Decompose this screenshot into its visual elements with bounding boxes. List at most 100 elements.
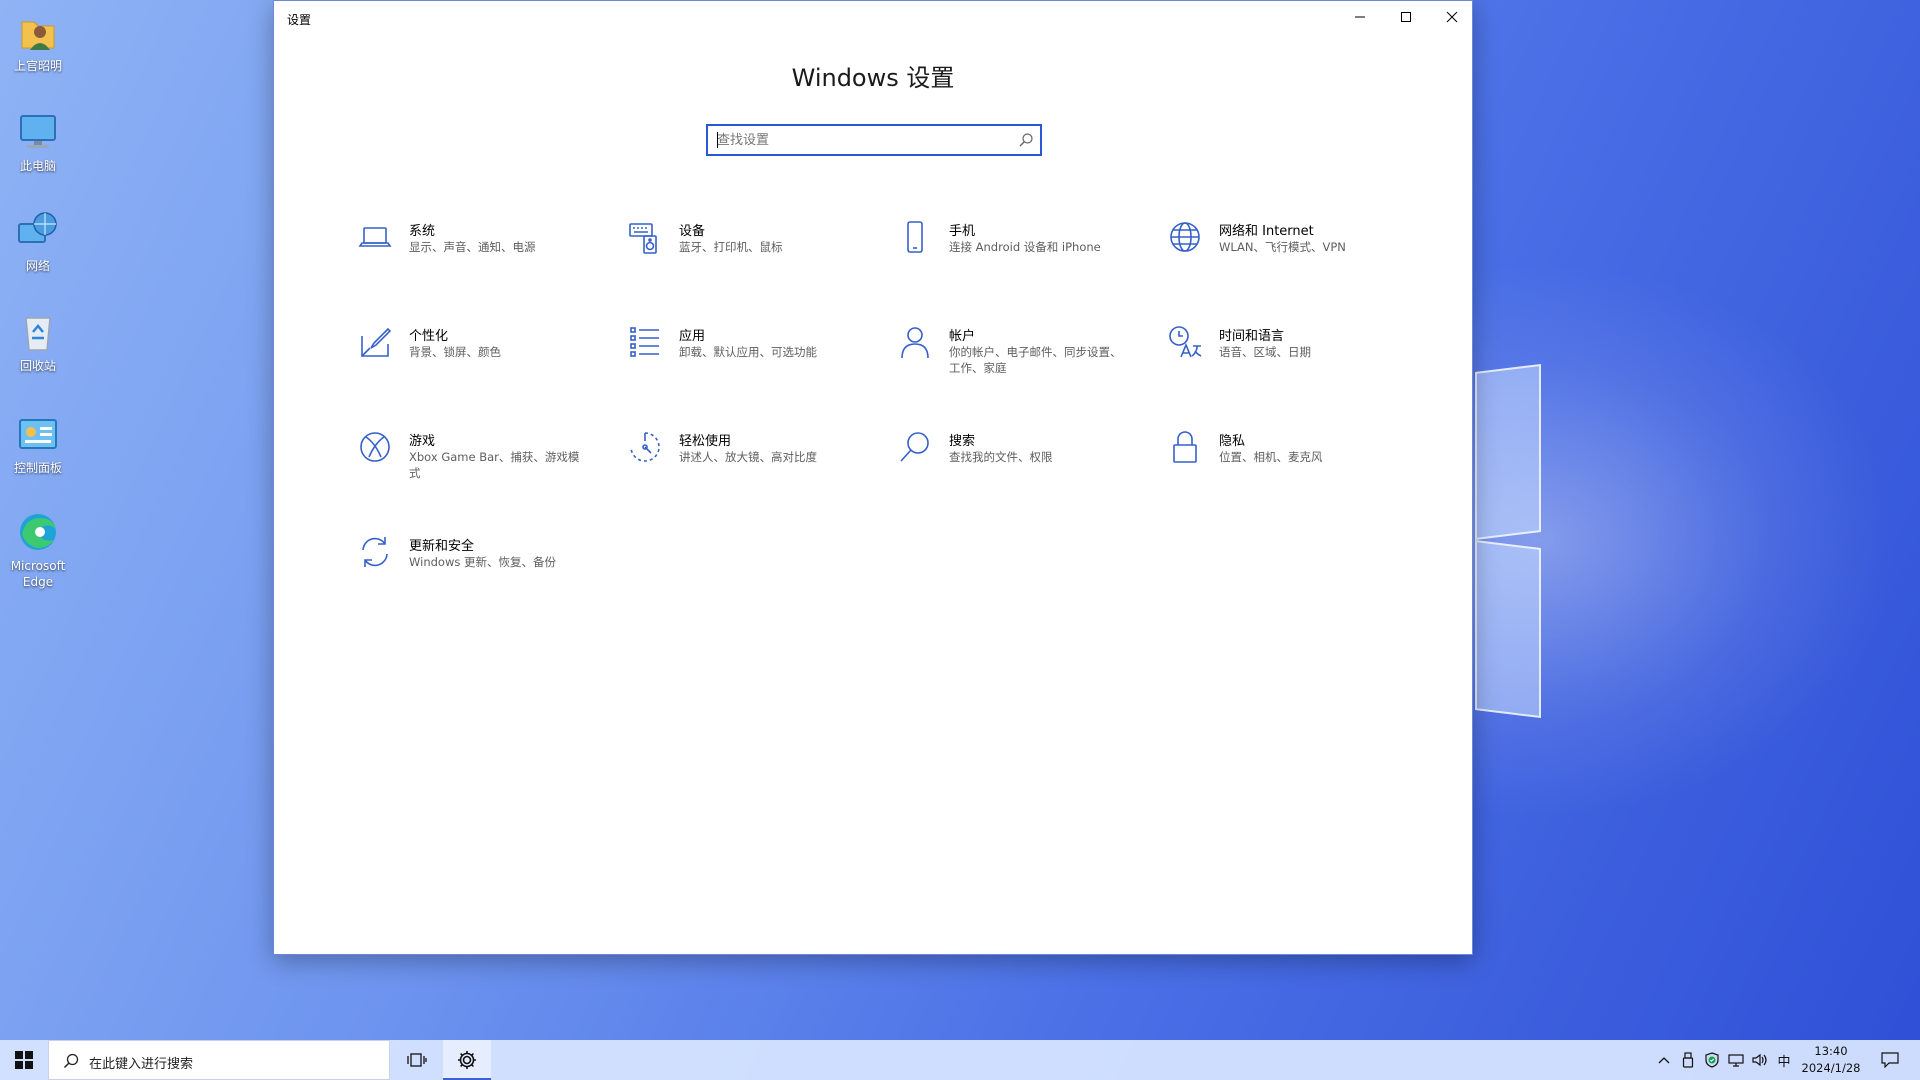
tray-defender-button[interactable] — [1700, 1040, 1724, 1080]
control-panel-icon — [19, 419, 57, 449]
user-folder-icon — [21, 21, 55, 50]
tile-personalization[interactable]: 个性化 背景、锁屏、颜色 — [357, 324, 597, 390]
xbox-icon — [360, 432, 390, 462]
tile-description: 显示、声音、通知、电源 — [409, 240, 536, 254]
title-bar[interactable]: 设置 — [274, 1, 1472, 35]
minimize-button[interactable] — [1337, 1, 1383, 33]
tile-name: 个性化 — [409, 329, 449, 344]
task-view-icon — [407, 1053, 427, 1067]
person-icon — [901, 327, 929, 359]
globe-icon — [1170, 222, 1200, 252]
laptop-icon — [358, 227, 392, 247]
search-icon[interactable] — [1018, 132, 1034, 148]
tile-description: Xbox Game Bar、捕获、游戏模式 — [409, 450, 580, 480]
desktop-icon-control-panel[interactable]: 控制面板 — [4, 412, 72, 476]
taskbar: 在此键入进行搜索 中 13:40 2024/1/28 — [0, 1040, 1920, 1080]
tile-description: 讲述人、放大镜、高对比度 — [679, 450, 817, 464]
close-button[interactable] — [1429, 1, 1475, 33]
tile-description: 蓝牙、打印机、鼠标 — [679, 240, 783, 254]
wallpaper-logo-pane — [1475, 363, 1541, 541]
tray-usb-button[interactable] — [1676, 1040, 1700, 1080]
edge-icon — [20, 514, 56, 550]
tile-description: 语音、区域、日期 — [1219, 345, 1311, 359]
tile-name: 时间和语言 — [1219, 329, 1285, 344]
defender-shield-icon — [1705, 1052, 1719, 1068]
desktop-icon-label: 此电脑 — [19, 159, 56, 173]
tile-update-security[interactable]: 更新和安全 Windows 更新、恢复、备份 — [357, 534, 597, 600]
phone-icon — [907, 221, 923, 253]
taskbar-search-box[interactable]: 在此键入进行搜索 — [48, 1040, 390, 1080]
tile-name: 设备 — [679, 224, 706, 239]
tray-network-button[interactable] — [1724, 1040, 1748, 1080]
start-button[interactable] — [0, 1040, 48, 1080]
action-center-button[interactable] — [1870, 1040, 1910, 1080]
tile-name: 更新和安全 — [409, 539, 475, 554]
desktop-icon-label: 上官昭明 — [13, 59, 62, 73]
lock-icon — [1173, 431, 1197, 463]
desktop-icon-recycle-bin[interactable]: 回收站 — [4, 310, 72, 374]
sync-arrows-icon — [362, 537, 388, 567]
tile-devices[interactable]: 设备 蓝牙、打印机、鼠标 — [627, 219, 867, 285]
desktop-icon-this-pc[interactable]: 此电脑 — [4, 110, 72, 174]
tile-apps[interactable]: 应用 卸载、默认应用、可选功能 — [627, 324, 867, 390]
paint-brush-icon — [361, 327, 392, 357]
tile-description: 查找我的文件、权限 — [949, 450, 1053, 464]
tile-gaming[interactable]: 游戏 Xbox Game Bar、捕获、游戏模式 — [357, 429, 597, 495]
tray-volume-button[interactable] — [1748, 1040, 1772, 1080]
clock-date: 2024/1/28 — [1801, 1061, 1861, 1075]
text-caret — [717, 132, 718, 148]
network-globe-icon — [18, 212, 57, 243]
tile-system[interactable]: 系统 显示、声音、通知、电源 — [357, 219, 597, 285]
desktop-icon-label: 控制面板 — [13, 461, 62, 475]
settings-search-input[interactable] — [708, 126, 1008, 154]
window-title: 设置 — [287, 13, 312, 27]
taskbar-search-placeholder: 在此键入进行搜索 — [89, 1057, 194, 1072]
tile-time-language[interactable]: 时间和语言 语音、区域、日期 — [1167, 324, 1407, 390]
search-icon — [63, 1053, 79, 1069]
maximize-icon — [1401, 12, 1411, 22]
desktop-icon-user-folder[interactable]: 上官昭明 — [4, 10, 72, 74]
computer-icon — [20, 115, 56, 148]
tile-name: 系统 — [409, 224, 436, 239]
tile-description: 背景、锁屏、颜色 — [409, 345, 501, 359]
desktop-icon-edge[interactable]: Microsoft Edge — [4, 510, 72, 590]
tile-description: Windows 更新、恢复、备份 — [409, 555, 556, 569]
tile-name: 搜索 — [949, 434, 976, 449]
task-view-button[interactable] — [393, 1040, 441, 1080]
tile-name: 游戏 — [409, 434, 436, 449]
network-icon — [1728, 1054, 1744, 1067]
clock-time: 13:40 — [1814, 1044, 1848, 1058]
tile-name: 轻松使用 — [679, 434, 732, 449]
page-title: Windows 设置 — [791, 64, 955, 92]
tile-name: 网络和 Internet — [1219, 224, 1314, 239]
keyboard-speaker-icon — [629, 223, 657, 254]
input-method-indicator[interactable]: 中 — [1772, 1040, 1796, 1080]
tile-network[interactable]: 网络和 Internet WLAN、飞行模式、VPN — [1167, 219, 1407, 285]
desktop-icon-label: 回收站 — [19, 359, 56, 373]
minimize-icon — [1355, 16, 1365, 18]
maximize-button[interactable] — [1383, 1, 1429, 33]
close-icon — [1446, 11, 1458, 23]
apps-list-icon — [630, 327, 659, 357]
tile-privacy[interactable]: 隐私 位置、相机、麦克风 — [1167, 429, 1407, 495]
desktop-icon-network[interactable]: 网络 — [4, 210, 72, 274]
tile-description: 位置、相机、麦克风 — [1219, 450, 1323, 464]
settings-window: 设置 Windows 设置 系统 显示、声音、通知、电源 — [273, 0, 1473, 955]
notification-icon — [1881, 1052, 1899, 1068]
tile-description: 连接 Android 设备和 iPhone — [949, 240, 1101, 254]
tile-accounts[interactable]: 帐户 你的帐户、电子邮件、同步设置、工作、家庭 — [897, 324, 1137, 390]
tile-search[interactable]: 搜索 查找我的文件、权限 — [897, 429, 1137, 495]
windows-start-icon — [15, 1051, 33, 1069]
recycle-bin-icon — [25, 317, 51, 351]
tile-name: 应用 — [679, 329, 706, 344]
show-hidden-icons-button[interactable] — [1652, 1040, 1676, 1080]
desktop-icon-label: Microsoft Edge — [10, 559, 66, 589]
taskbar-clock[interactable]: 13:40 2024/1/28 — [1796, 1043, 1866, 1077]
taskbar-settings-button[interactable] — [443, 1040, 491, 1080]
tile-phone[interactable]: 手机 连接 Android 设备和 iPhone — [897, 219, 1137, 285]
chevron-up-icon — [1658, 1057, 1670, 1064]
tile-ease-of-access[interactable]: 轻松使用 讲述人、放大镜、高对比度 — [627, 429, 867, 495]
settings-search-box[interactable] — [706, 124, 1042, 156]
volume-icon — [1752, 1053, 1767, 1067]
ease-of-access-icon — [630, 432, 660, 462]
